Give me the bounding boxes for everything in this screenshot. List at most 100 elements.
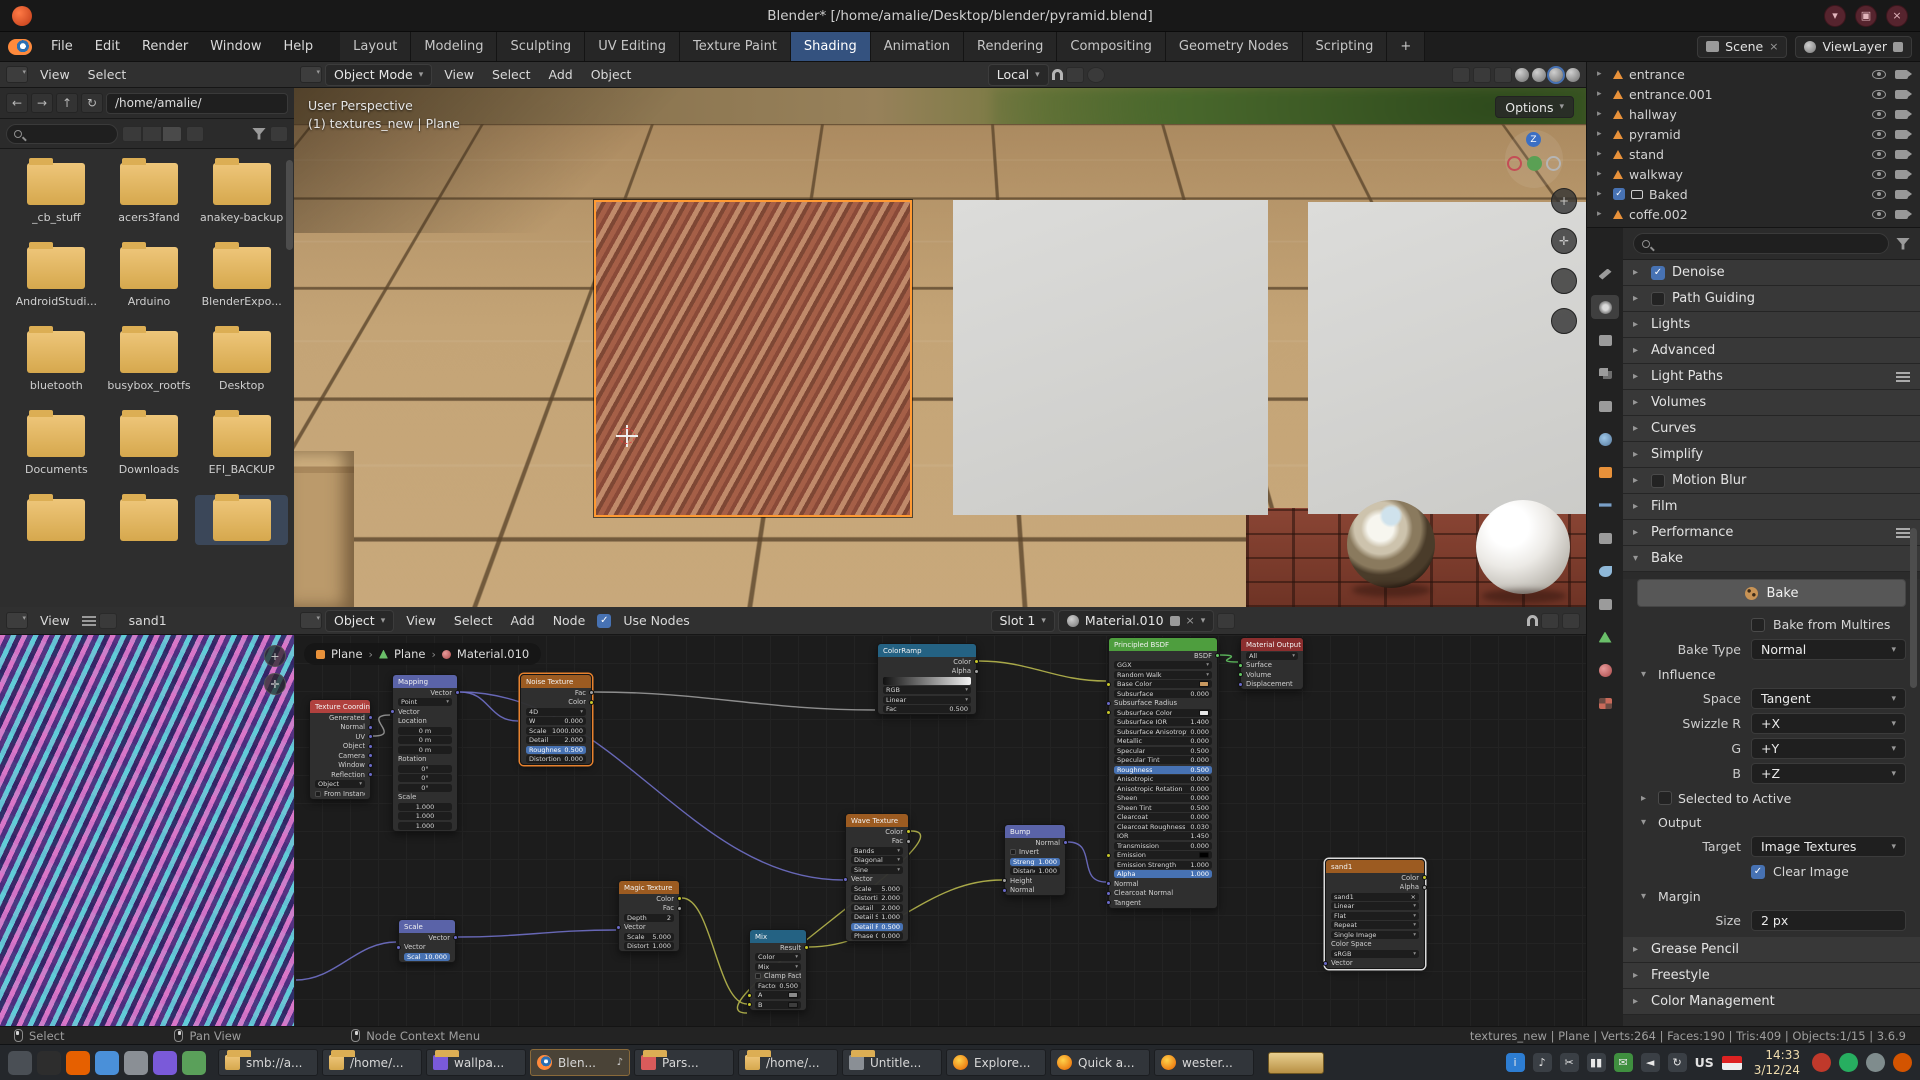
disable-in-render-icon[interactable]: [1895, 90, 1908, 99]
panel-color-management[interactable]: Color Management: [1623, 989, 1920, 1015]
disclosure-icon[interactable]: [1633, 449, 1644, 460]
gizmo-minus-axis[interactable]: [1546, 156, 1561, 171]
node-row-fac[interactable]: Fac0.500: [878, 705, 976, 715]
workspace-tab-texture-paint[interactable]: Texture Paint: [680, 32, 791, 61]
terminal-icon[interactable]: [37, 1051, 61, 1075]
disclosure-icon[interactable]: [1597, 69, 1607, 79]
node-row-b[interactable]: B: [750, 1000, 806, 1010]
node-row-val[interactable]: 0 m: [393, 726, 457, 736]
panel-advanced[interactable]: Advanced: [1623, 338, 1920, 364]
node-dropdown[interactable]: Single Image: [1331, 931, 1419, 939]
node-number-field[interactable]: Fac0.500: [883, 705, 971, 713]
node-row-distortion[interactable]: Distortion2.000: [846, 894, 908, 904]
node-row-clamp-factor[interactable]: Clamp Factor: [750, 972, 806, 982]
clipboard-icon[interactable]: ✂: [1560, 1053, 1579, 1072]
disclosure-icon[interactable]: [1633, 996, 1644, 1007]
margin-subpanel[interactable]: Margin: [1623, 884, 1920, 908]
node-number-field[interactable]: Anisotropic Rotation0.000: [1114, 785, 1212, 793]
node-row-volume[interactable]: Volume: [1241, 670, 1303, 680]
node-row-normal[interactable]: Normal: [1109, 879, 1217, 889]
node-number-field[interactable]: Sheen0.000: [1114, 794, 1212, 802]
node-row-rgb[interactable]: RGB: [878, 686, 976, 696]
node-color-ramp[interactable]: ColorRampColorAlphaRGBLinearFac0.500: [877, 643, 977, 715]
node-header[interactable]: sand1: [1326, 860, 1424, 873]
node-number-field[interactable]: Detail2.000: [526, 736, 586, 744]
disclosure-icon[interactable]: [1633, 970, 1644, 981]
node-number-field[interactable]: Phase Offset0.000: [851, 932, 903, 940]
text-editor-launcher-icon[interactable]: [182, 1051, 206, 1075]
workspace-tab-x[interactable]: +: [1387, 32, 1425, 61]
taskbar-app-untitle[interactable]: Untitle...: [842, 1049, 942, 1076]
node-row-rotation[interactable]: Rotation: [393, 755, 457, 765]
node-row-color[interactable]: Color: [878, 657, 976, 667]
slot-dropdown[interactable]: Slot 1: [991, 610, 1055, 632]
node-number-field[interactable]: Distance1.000: [1010, 867, 1060, 875]
folder-item-busybox-rootfs[interactable]: busybox_rootfs: [103, 327, 196, 396]
margin-size-field[interactable]: 2 px: [1751, 910, 1906, 931]
viewport-menu-object[interactable]: Object: [582, 67, 641, 82]
folder-item-arduino[interactable]: Arduino: [103, 243, 196, 312]
menubar-item-help[interactable]: Help: [273, 32, 325, 61]
socket-icon[interactable]: [589, 690, 594, 695]
display-thumbnails-icon[interactable]: [162, 126, 182, 142]
disclosure-icon[interactable]: [1597, 109, 1607, 119]
swizzle-g-dropdown[interactable]: +Y: [1751, 738, 1906, 759]
socket-icon[interactable]: [1106, 900, 1111, 905]
pan-icon[interactable]: ✛: [1551, 228, 1577, 254]
shading-wireframe-icon[interactable]: [1515, 68, 1529, 82]
node-dropdown[interactable]: RGB: [883, 686, 971, 694]
disclosure-icon[interactable]: [1633, 397, 1644, 408]
node-value-field[interactable]: 0°: [398, 765, 452, 773]
disclosure-icon[interactable]: [1597, 129, 1607, 139]
disclosure-icon[interactable]: [1641, 669, 1652, 680]
node-number-field[interactable]: Alpha1.000: [1114, 870, 1212, 878]
filter-icon[interactable]: [1896, 238, 1910, 250]
palette-window[interactable]: [1268, 1052, 1324, 1074]
selected-textured-plane[interactable]: [594, 200, 912, 517]
disable-in-render-icon[interactable]: [1895, 70, 1908, 79]
matte-sphere[interactable]: [1476, 500, 1570, 594]
tray-extra-4[interactable]: [1893, 1053, 1912, 1072]
node-row-linear[interactable]: Linear: [878, 695, 976, 705]
color-field[interactable]: B: [755, 1001, 801, 1009]
node-dropdown[interactable]: GGX: [1114, 661, 1212, 669]
parent-directory-icon[interactable]: ↑: [56, 93, 78, 113]
selected-to-active-subpanel[interactable]: Selected to Active: [1623, 786, 1920, 810]
panel-path-guiding[interactable]: Path Guiding: [1623, 286, 1920, 312]
outliner-item-walkway[interactable]: walkway: [1587, 164, 1920, 184]
node-row-val[interactable]: 0 m: [393, 745, 457, 755]
socket-icon[interactable]: [747, 1002, 752, 1007]
folder-item-acers3fand[interactable]: acers3fand: [103, 159, 196, 228]
hide-in-viewport-icon[interactable]: [1872, 170, 1886, 179]
back-icon[interactable]: ←: [6, 93, 28, 113]
node-value-field[interactable]: 0 m: [398, 746, 452, 754]
node-dropdown[interactable]: Object: [315, 780, 365, 788]
node-row-val[interactable]: 1.000: [393, 821, 457, 831]
node-row-normal[interactable]: Normal: [1005, 838, 1065, 848]
socket-icon[interactable]: [1422, 885, 1427, 890]
properties-tab-material[interactable]: [1591, 658, 1619, 682]
node-row-scale[interactable]: Scale5.000: [619, 932, 679, 942]
node-row-val[interactable]: 1.000: [393, 812, 457, 822]
socket-icon[interactable]: [1063, 840, 1068, 845]
node-row-vector[interactable]: Vector: [399, 943, 455, 953]
color-swatch[interactable]: [1199, 852, 1209, 858]
node-row-specular-tint[interactable]: Specular Tint0.000: [1109, 756, 1217, 766]
folder-item-efi-backup[interactable]: EFI_BACKUP: [195, 411, 288, 480]
socket-icon[interactable]: [1238, 682, 1243, 687]
node-number-field[interactable]: Scale5.000: [851, 885, 903, 893]
node-number-field[interactable]: Emission Strength1.000: [1114, 861, 1212, 869]
hide-in-viewport-icon[interactable]: [1872, 70, 1886, 79]
node-row-w[interactable]: W0.000: [521, 717, 591, 727]
panel-checkbox[interactable]: [1651, 292, 1665, 306]
properties-tab-object[interactable]: [1591, 460, 1619, 484]
display-list-vertical-icon[interactable]: [122, 126, 142, 142]
node-row-vector[interactable]: Vector: [393, 707, 457, 717]
node-row-distortion[interactable]: Distortion0.000: [521, 755, 591, 765]
node-row-random-walk[interactable]: Random Walk: [1109, 670, 1217, 680]
node-bump[interactable]: BumpNormalInvertStrength1.000Distance1.0…: [1004, 824, 1066, 896]
browse-image-icon[interactable]: [99, 613, 117, 629]
image-datablock-field[interactable]: sand1×: [1331, 893, 1419, 901]
node-row-color[interactable]: Color: [521, 698, 591, 708]
node-dropdown[interactable]: sRGB: [1331, 950, 1419, 958]
